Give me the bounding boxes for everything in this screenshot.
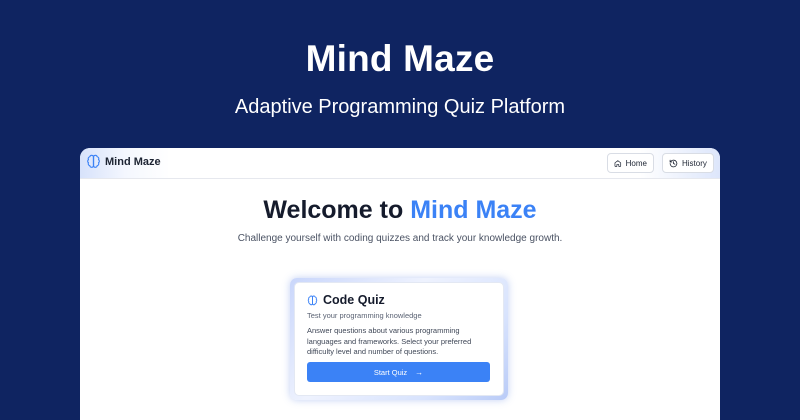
card-header: Code Quiz: [307, 293, 385, 307]
hero-title: Mind Maze: [305, 38, 495, 79]
arrow-right-icon: →: [415, 367, 424, 377]
brand-name: Mind Maze: [105, 155, 161, 168]
card-title: Code Quiz: [323, 293, 385, 307]
home-button-label: Home: [625, 158, 647, 168]
hero-subtitle: Adaptive Programming Quiz Platform: [234, 96, 566, 118]
card-subtitle: Test your programming knowledge: [307, 311, 422, 320]
history-icon: [669, 159, 678, 167]
code-quiz-card: Code Quiz Test your programming knowledg…: [294, 282, 504, 396]
brain-icon: [87, 154, 100, 168]
start-quiz-label: Start Quiz: [373, 367, 408, 377]
history-button-label: History: [682, 158, 707, 168]
welcome-heading-prefix: Welcome to: [263, 196, 411, 224]
brain-icon: [307, 295, 318, 305]
home-button[interactable]: Home: [607, 153, 654, 173]
start-quiz-button[interactable]: Start Quiz →: [307, 362, 490, 382]
card-description: Answer questions about various programmi…: [307, 326, 472, 356]
welcome-heading-accent: Mind Maze: [410, 196, 537, 224]
brand-link[interactable]: Mind Maze: [86, 154, 161, 169]
history-button[interactable]: History: [662, 153, 714, 173]
home-icon: [614, 159, 622, 167]
welcome-heading: Welcome to Mind Maze: [80, 196, 720, 225]
welcome-tagline: Challenge yourself with coding quizzes a…: [237, 233, 563, 244]
navbar: Mind Maze Home History: [80, 148, 720, 179]
app-window: Mind Maze Home History Welcome to Mind M…: [80, 148, 720, 420]
